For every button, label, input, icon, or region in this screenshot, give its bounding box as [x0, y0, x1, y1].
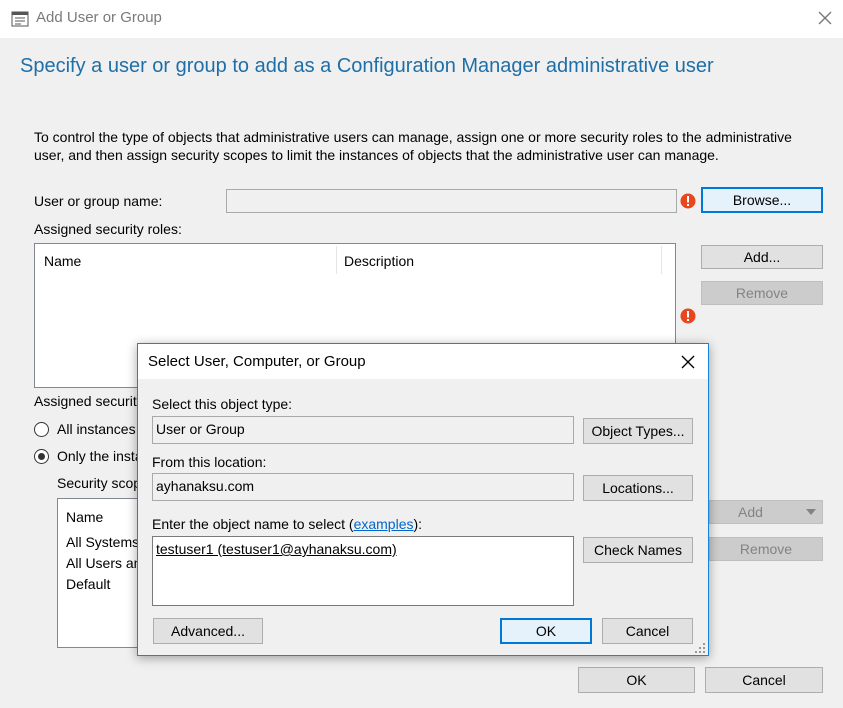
radio-all-instances[interactable] — [34, 422, 49, 437]
window-app-icon — [11, 10, 29, 28]
check-names-button[interactable]: Check Names — [583, 537, 693, 563]
error-icon — [680, 308, 696, 324]
window-title: Add User or Group — [36, 9, 162, 26]
dialog-title-bar: Select User, Computer, or Group — [138, 344, 708, 379]
locations-button[interactable]: Locations... — [583, 475, 693, 501]
column-divider — [336, 246, 337, 274]
advanced-button[interactable]: Advanced... — [153, 618, 263, 644]
radio-only-instances[interactable] — [34, 449, 49, 464]
column-header-name[interactable]: Name — [44, 253, 81, 269]
instructions-text: To control the type of objects that admi… — [34, 129, 792, 163]
security-scopes-label: Assigned security — [34, 393, 144, 409]
list-item[interactable]: All Users an — [66, 555, 141, 571]
close-icon — [818, 11, 832, 25]
security-roles-label: Assigned security roles: — [34, 221, 182, 237]
add-scope-dropdown-button[interactable]: Add — [709, 500, 823, 524]
page-heading: Specify a user or group to add as a Conf… — [20, 55, 714, 77]
radio-all-instances-label: All instances — [57, 421, 136, 437]
list-item[interactable]: Default — [66, 576, 110, 592]
object-type-field: User or Group — [152, 416, 574, 444]
remove-role-button[interactable]: Remove — [701, 281, 823, 305]
ok-button[interactable]: OK — [578, 667, 695, 693]
examples-link[interactable]: examples — [354, 516, 414, 532]
dialog-cancel-button[interactable]: Cancel — [602, 618, 693, 644]
object-name-label: Enter the object name to select (example… — [152, 516, 423, 532]
location-label: From this location: — [152, 454, 267, 470]
column-header-description[interactable]: Description — [344, 253, 414, 269]
browse-button[interactable]: Browse... — [701, 187, 823, 213]
scope-column-header-name[interactable]: Name — [66, 509, 103, 525]
user-group-input[interactable] — [226, 189, 677, 213]
cancel-button[interactable]: Cancel — [705, 667, 823, 693]
radio-only-instances-label: Only the insta — [57, 448, 143, 464]
dialog-title: Select User, Computer, or Group — [148, 353, 366, 370]
dialog-ok-button[interactable]: OK — [500, 618, 592, 644]
column-divider — [661, 246, 662, 274]
object-type-label: Select this object type: — [152, 396, 293, 412]
error-icon — [680, 193, 696, 209]
dialog-close-button[interactable] — [676, 350, 700, 374]
add-role-button[interactable]: Add... — [701, 245, 823, 269]
remove-scope-button[interactable]: Remove — [709, 537, 823, 561]
chevron-down-icon — [806, 509, 816, 515]
security-scopes-sublabel: Security scop — [57, 475, 142, 491]
object-name-input[interactable]: testuser1 (testuser1@ayhanaksu.com) — [152, 536, 574, 606]
resolved-user-name: testuser1 (testuser1@ayhanaksu.com) — [156, 541, 397, 557]
resize-grip-icon[interactable] — [694, 641, 706, 653]
window-close-button[interactable] — [813, 6, 837, 30]
select-user-dialog: Select User, Computer, or Group Select t… — [137, 343, 709, 656]
list-item[interactable]: All Systems — [66, 534, 139, 550]
title-bar: Add User or Group — [0, 0, 843, 38]
object-types-button[interactable]: Object Types... — [583, 418, 693, 444]
location-field: ayhanaksu.com — [152, 473, 574, 501]
user-group-label: User or group name: — [34, 193, 163, 209]
close-icon — [681, 355, 695, 369]
